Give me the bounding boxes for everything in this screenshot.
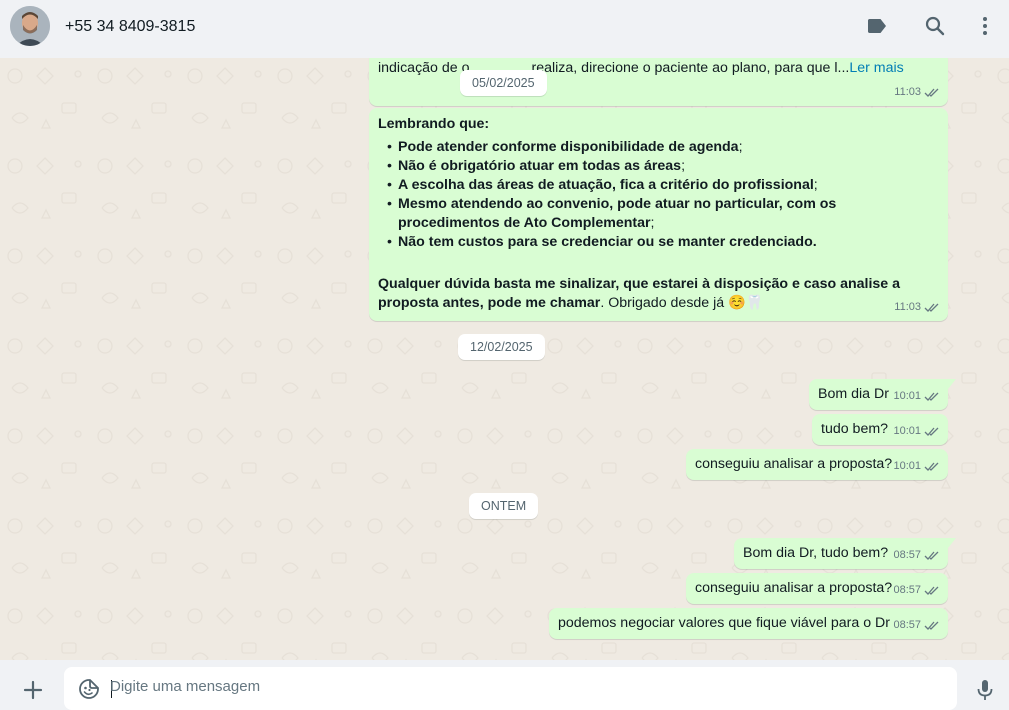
message-meta: 11:03 <box>894 298 940 317</box>
message-input-box[interactable] <box>64 667 957 710</box>
list-item: Mesmo atendendo ao convenio, pode atuar … <box>378 195 940 233</box>
message-bubble[interactable]: podemos negociar valores que fique viáve… <box>549 608 948 639</box>
message-bubble[interactable]: conseguiu analisar a proposta? 10:01 <box>686 449 948 480</box>
contact-name[interactable]: +55 34 8409-3815 <box>65 18 195 36</box>
read-ticks-icon <box>924 392 939 401</box>
composer-bar <box>0 660 1009 710</box>
list-item: Não é obrigatório atuar em todas as área… <box>378 157 940 176</box>
message-meta: 08:57 <box>893 616 940 635</box>
message-input[interactable] <box>110 678 930 695</box>
message-bubble[interactable]: Lembrando que: Pode atender conforme dis… <box>369 108 948 321</box>
message-text: podemos negociar valores que fique viáve… <box>558 615 891 631</box>
read-ticks-icon <box>924 88 939 97</box>
message-text: conseguiu analisar a proposta? <box>695 456 893 472</box>
read-ticks-icon <box>924 586 939 595</box>
list-item: Não tem custos para se credenciar ou se … <box>378 233 940 252</box>
emoji-icon[interactable] <box>77 677 101 701</box>
message-text: Bom dia Dr, tudo bem? <box>743 545 889 561</box>
message-bubble[interactable]: Bom dia Dr, tudo bem? 08:57 <box>734 538 956 569</box>
message-list: Pode atender conforme disponibilidade de… <box>378 138 940 252</box>
chat-area[interactable]: indicação de o realiza, direcione o pacie… <box>0 58 1009 660</box>
search-icon[interactable] <box>923 14 947 38</box>
read-ticks-icon <box>924 621 939 630</box>
message-meta: 08:57 <box>893 581 940 600</box>
message-text: Bom dia Dr <box>818 386 889 402</box>
message-text: conseguiu analisar a proposta? <box>695 580 893 596</box>
message-text: Lembrando que: Pode atender conforme dis… <box>378 115 940 313</box>
label-icon[interactable] <box>865 14 889 38</box>
message-meta: 08:57 <box>893 546 940 565</box>
plus-icon[interactable] <box>21 678 45 702</box>
read-ticks-icon <box>924 551 939 560</box>
message-meta: 11:03 <box>894 83 940 102</box>
message-meta: 10:01 <box>893 457 940 476</box>
list-item: A escolha das áreas de atuação, fica a c… <box>378 176 940 195</box>
mic-icon[interactable] <box>973 678 997 702</box>
read-ticks-icon <box>924 427 939 436</box>
message-bubble[interactable]: tudo bem? 10:01 <box>812 414 948 445</box>
message-text: indicação de o realiza, direcione o pacie… <box>378 60 904 76</box>
message-meta: 10:01 <box>893 422 940 441</box>
date-separator: 12/02/2025 <box>458 334 545 360</box>
message-text: tudo bem? <box>821 421 889 437</box>
chat-header: +55 34 8409-3815 <box>0 0 1009 58</box>
message-bubble[interactable]: conseguiu analisar a proposta? 08:57 <box>686 573 948 604</box>
message-bubble[interactable]: Bom dia Dr 10:01 <box>809 379 956 410</box>
read-ticks-icon <box>924 462 939 471</box>
read-ticks-icon <box>924 303 939 312</box>
menu-icon[interactable] <box>973 14 997 38</box>
date-separator: 05/02/2025 <box>460 70 547 96</box>
message-bubble[interactable]: indicação de o realiza, direcione o pacie… <box>369 58 948 106</box>
read-more-link[interactable]: Ler mais <box>849 60 903 76</box>
list-item: Pode atender conforme disponibilidade de… <box>378 138 940 157</box>
contact-avatar[interactable] <box>10 6 50 46</box>
date-separator: ONTEM <box>469 493 539 519</box>
message-meta: 10:01 <box>893 387 940 406</box>
